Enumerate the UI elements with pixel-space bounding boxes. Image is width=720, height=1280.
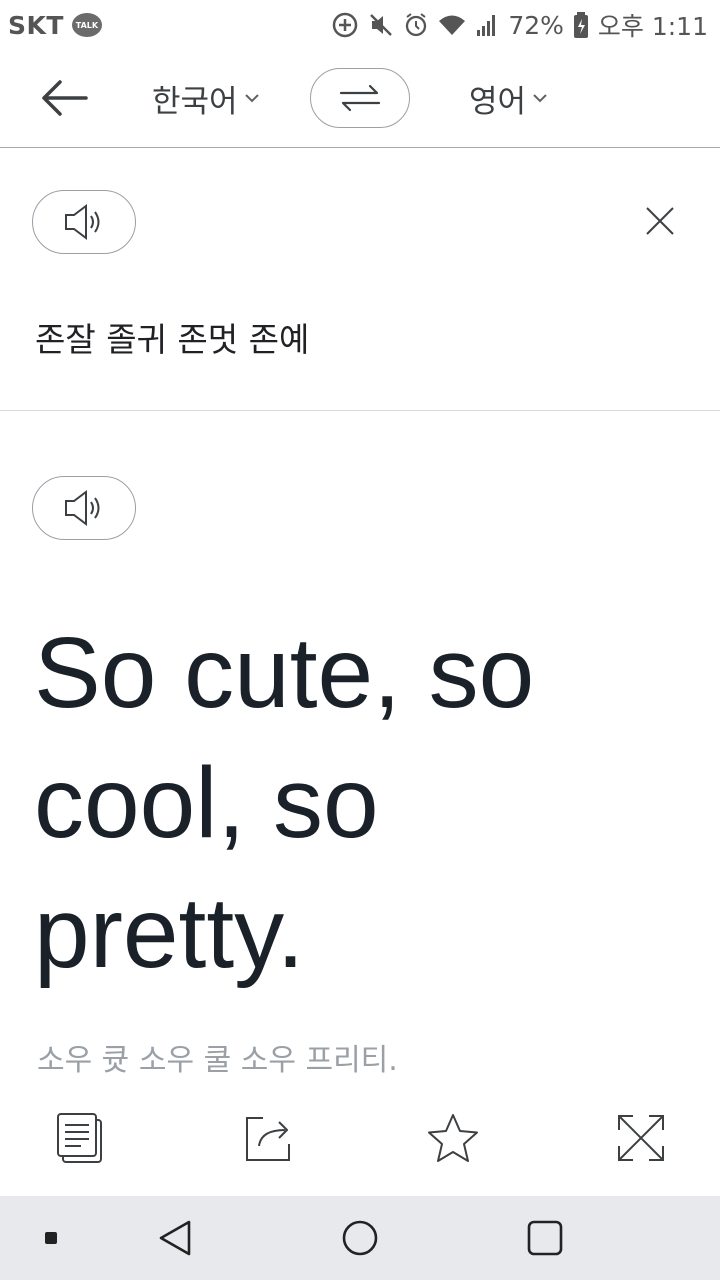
clear-input-button[interactable] [636, 197, 684, 245]
speaker-icon [65, 490, 100, 526]
fullscreen-button[interactable] [611, 1108, 671, 1168]
system-nav-bar [0, 1196, 720, 1280]
fullscreen-icon [618, 1115, 664, 1161]
data-saver-icon [331, 11, 359, 39]
mute-icon [368, 12, 394, 38]
battery-icon [573, 11, 589, 39]
top-bar: 한국어 영어 [0, 50, 720, 148]
clock: 오후 1:11 [597, 12, 708, 41]
result-speak-button[interactable] [32, 476, 136, 540]
swap-languages-button[interactable] [310, 68, 410, 128]
nav-dot-button[interactable] [27, 1214, 75, 1262]
chevron-down-icon [244, 94, 259, 103]
signal-icon [475, 13, 499, 37]
back-button[interactable] [36, 74, 92, 122]
target-language-selector[interactable]: 영어 [469, 76, 548, 120]
star-icon [428, 1114, 478, 1162]
share-button[interactable] [237, 1108, 297, 1168]
share-icon [246, 1117, 290, 1161]
source-speak-button[interactable] [32, 190, 136, 254]
copy-button[interactable] [50, 1108, 110, 1168]
action-bar [0, 1100, 720, 1172]
source-section: 존잘 졸귀 존멋 존예 [0, 149, 720, 411]
romanization-text: 소우 큣 소우 쿨 소우 프리티. [37, 1043, 398, 1078]
wifi-icon [438, 13, 466, 37]
source-language-selector[interactable]: 한국어 [152, 76, 260, 120]
nav-back-button[interactable] [151, 1214, 199, 1262]
source-language-label: 한국어 [152, 83, 238, 120]
kakaotalk-icon: TALK [71, 13, 102, 37]
target-language-label: 영어 [469, 83, 527, 120]
speaker-icon [65, 204, 100, 240]
close-icon [646, 207, 674, 235]
status-left: SKT TALK [8, 11, 102, 40]
favorite-button[interactable] [423, 1108, 483, 1168]
nav-dot-icon [45, 1232, 57, 1244]
nav-back-icon [159, 1220, 191, 1256]
battery-percent: 72% [508, 10, 564, 40]
nav-home-button[interactable] [336, 1214, 384, 1262]
chevron-down-icon [533, 94, 547, 103]
status-right: 72% 오후 1:11 [331, 7, 708, 43]
translation-result: So cute, so cool, so pretty. [34, 617, 535, 989]
source-text[interactable]: 존잘 졸귀 존멋 존예 [35, 313, 309, 361]
carrier-label: SKT [8, 10, 64, 40]
back-arrow-icon [42, 80, 88, 116]
nav-recents-button[interactable] [521, 1214, 569, 1262]
status-bar: SKT TALK 72% 오후 1:11 [0, 0, 720, 50]
nav-recents-icon [527, 1220, 563, 1256]
swap-icon [339, 84, 381, 112]
copy-icon [57, 1113, 102, 1163]
nav-home-icon [342, 1220, 378, 1256]
alarm-icon [403, 12, 429, 38]
